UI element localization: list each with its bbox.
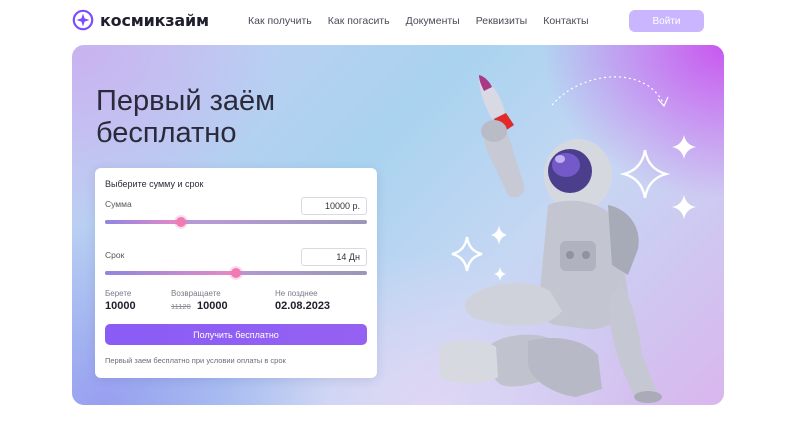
hero-banner: Первый заём бесплатно Выберите сумму и с… [72,45,724,405]
nav-how-to-repay[interactable]: Как погасить [328,15,390,27]
repay-value: 10000 [197,300,228,312]
calculator-note: Первый заем бесплатно при условии оплаты… [105,356,286,365]
login-button[interactable]: Войти [629,10,704,32]
arrow-head-icon [657,96,669,108]
borrow-caption: Берете [105,289,132,298]
repay-caption: Возвращаете [171,289,221,298]
sparkle-icon [491,225,507,245]
sparkle-icon [672,195,696,219]
nav-contacts[interactable]: Контакты [543,15,588,27]
term-slider-fill [105,271,236,275]
amount-field[interactable]: 10000 р. [301,197,367,215]
site-header: космикзайм Как получить Как погасить Док… [0,0,788,44]
repay-old-value: 11120 [171,302,191,311]
logo[interactable]: космикзайм [72,9,209,31]
term-slider-thumb[interactable] [231,268,241,278]
nav-requisites[interactable]: Реквизиты [476,15,527,27]
loan-calculator: Выберите сумму и срок Сумма 10000 р. Сро… [95,168,377,378]
amount-slider-thumb[interactable] [175,217,186,227]
sparkle-outline-icon [451,236,483,272]
astronaut-illustration [438,75,696,403]
sparkle-outline-icon [619,149,671,199]
hero-title-line2: бесплатно [96,117,237,149]
nav-how-to-get[interactable]: Как получить [248,15,312,27]
hero-title: Первый заём бесплатно [96,85,275,149]
amount-slider[interactable] [105,217,367,227]
term-field[interactable]: 14 Дн [301,248,367,266]
calculator-title: Выберите сумму и срок [105,179,204,189]
nav-documents[interactable]: Документы [406,15,460,27]
hero-title-line1: Первый заём [96,85,276,117]
main-nav: Как получить Как погасить Документы Рекв… [248,15,589,27]
trajectory-dashed-line [551,76,665,106]
deadline-value: 02.08.2023 [275,300,331,312]
get-free-loan-button[interactable]: Получить бесплатно [105,324,367,345]
borrow-value: 10000 [105,300,136,312]
sparkle-icon [672,135,696,159]
amount-label: Сумма [105,199,132,209]
deadline-caption: Не позднее [275,289,318,298]
logo-star-icon [72,9,94,31]
amount-slider-fill [105,220,181,224]
sparkle-icon [494,267,506,281]
term-slider[interactable] [105,268,367,278]
term-label: Срок [105,250,125,260]
logo-text: космикзайм [100,10,209,30]
